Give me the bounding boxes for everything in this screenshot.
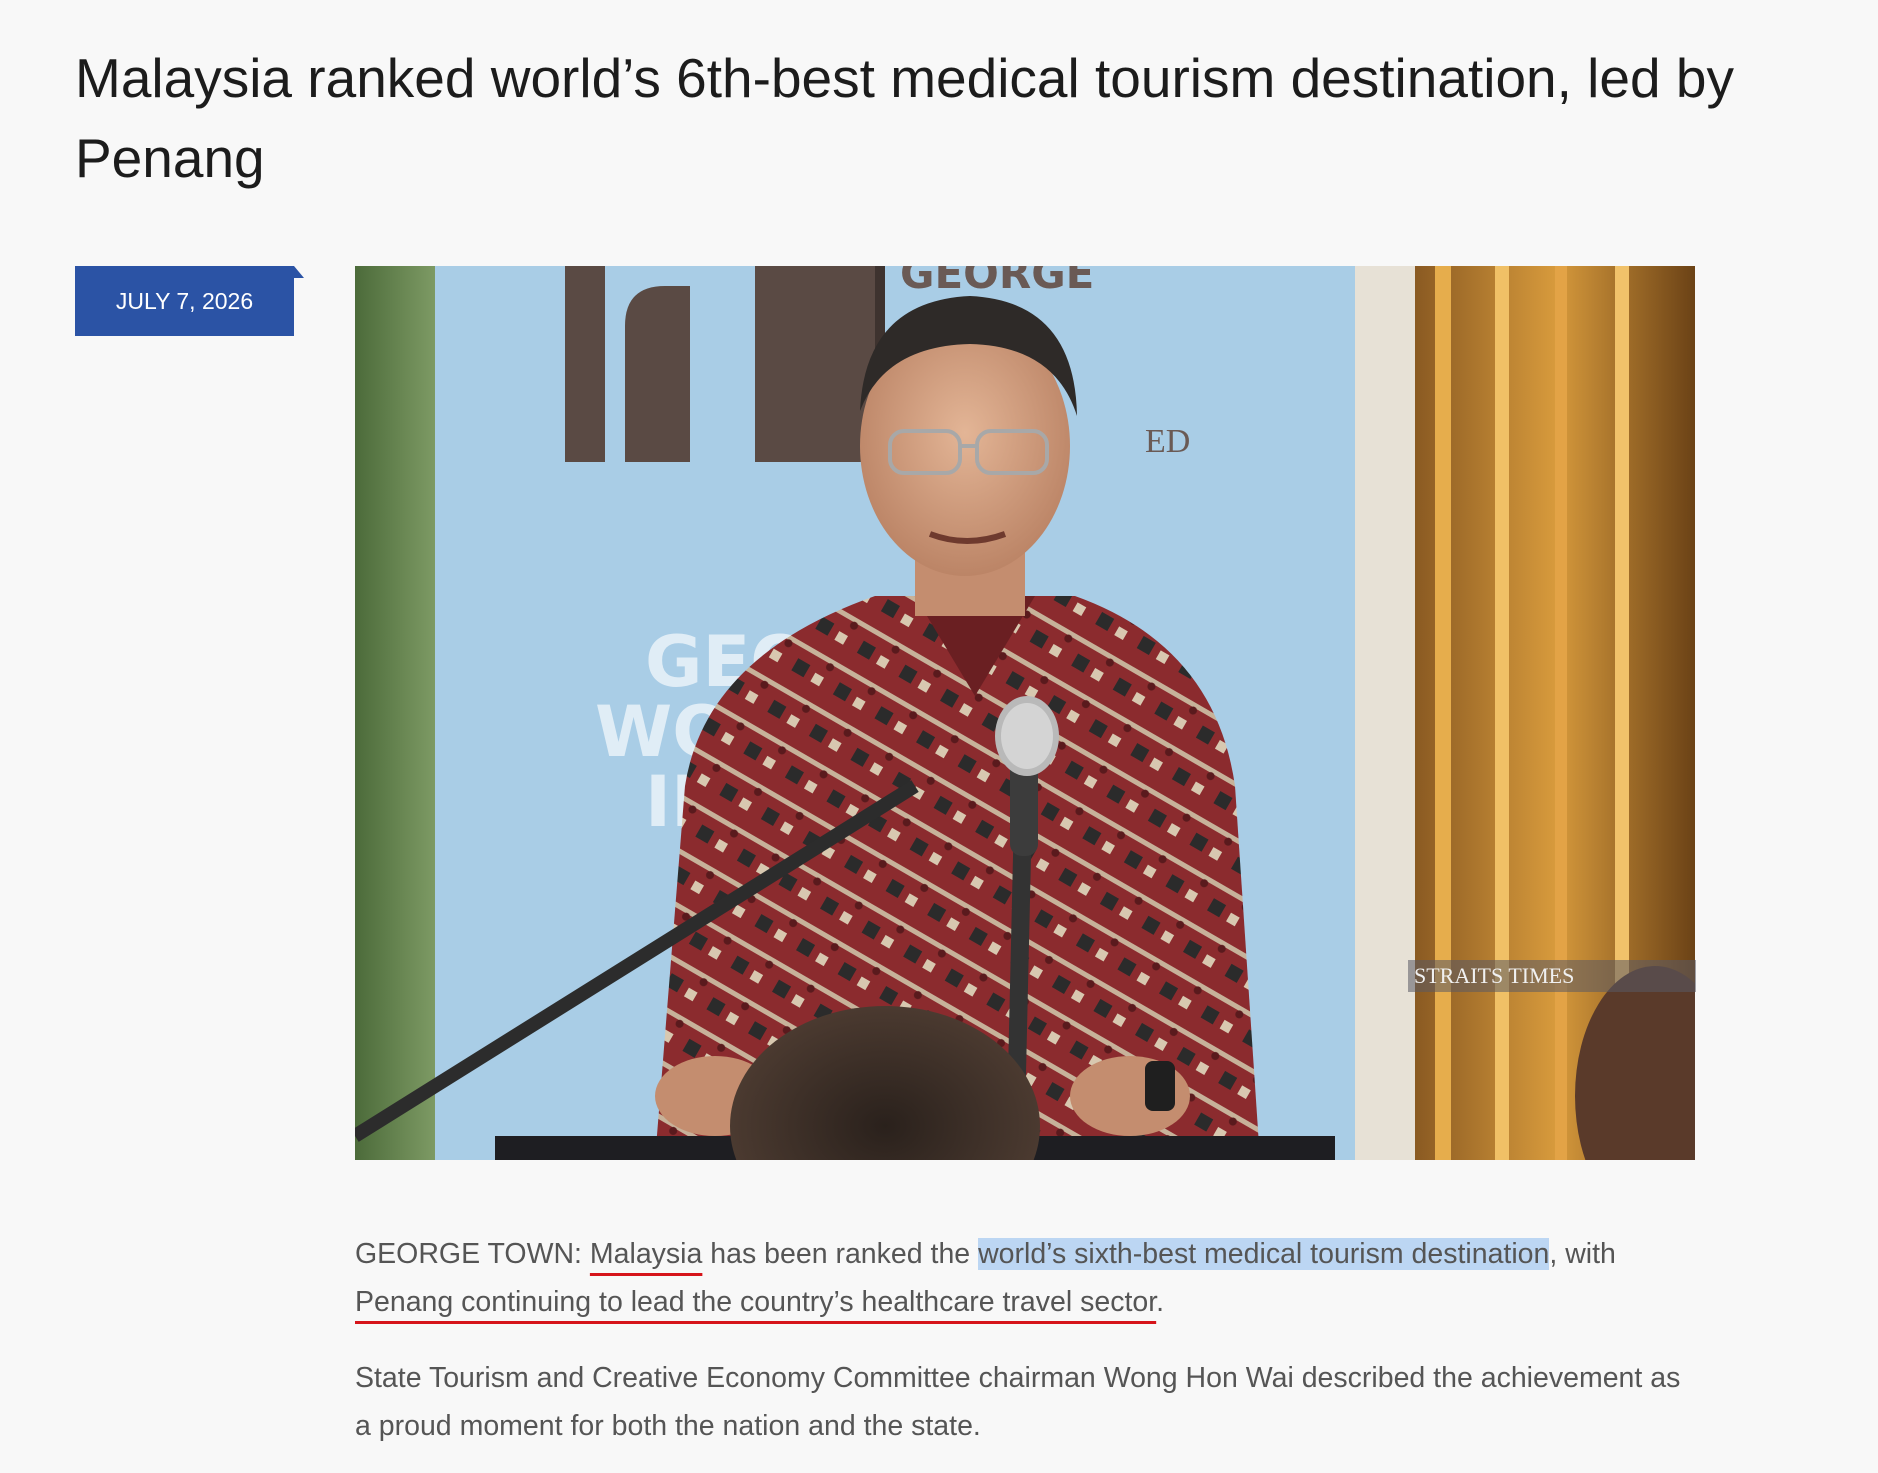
dateline: GEORGE TOWN:	[355, 1238, 590, 1270]
paragraph-text-mid: has been ranked the	[702, 1238, 979, 1270]
highlighted-text: world’s sixth-best medical tourism desti…	[978, 1238, 1550, 1270]
article-photo-illustration: GEORGE ED GEORG WO IN	[355, 266, 1695, 1160]
paragraph-lead: GEORGE TOWN: Malaysia has been ranked th…	[355, 1230, 1695, 1326]
paragraph-second: State Tourism and Creative Economy Commi…	[355, 1362, 1681, 1442]
date-badge: JULY 7, 2026	[75, 266, 304, 336]
paragraph-text-after-highlight: , with	[1549, 1238, 1616, 1270]
svg-text:GEORGE: GEORGE	[900, 266, 1094, 298]
article-photo: GEORGE ED GEORG WO IN	[355, 266, 1695, 1160]
image-watermark: STRAITS TIMES	[1408, 960, 1696, 992]
svg-text:ED: ED	[1145, 423, 1190, 460]
article-page: Malaysia ranked world’s 6th-best medical…	[0, 0, 1878, 1473]
paragraph-text-end: .	[1156, 1286, 1165, 1318]
article-title: Malaysia ranked world’s 6th-best medical…	[75, 47, 1734, 190]
underlined-malaysia: Malaysia	[589, 1238, 703, 1270]
underlined-penang: Penang continuing to lead the country’s …	[355, 1286, 1157, 1318]
